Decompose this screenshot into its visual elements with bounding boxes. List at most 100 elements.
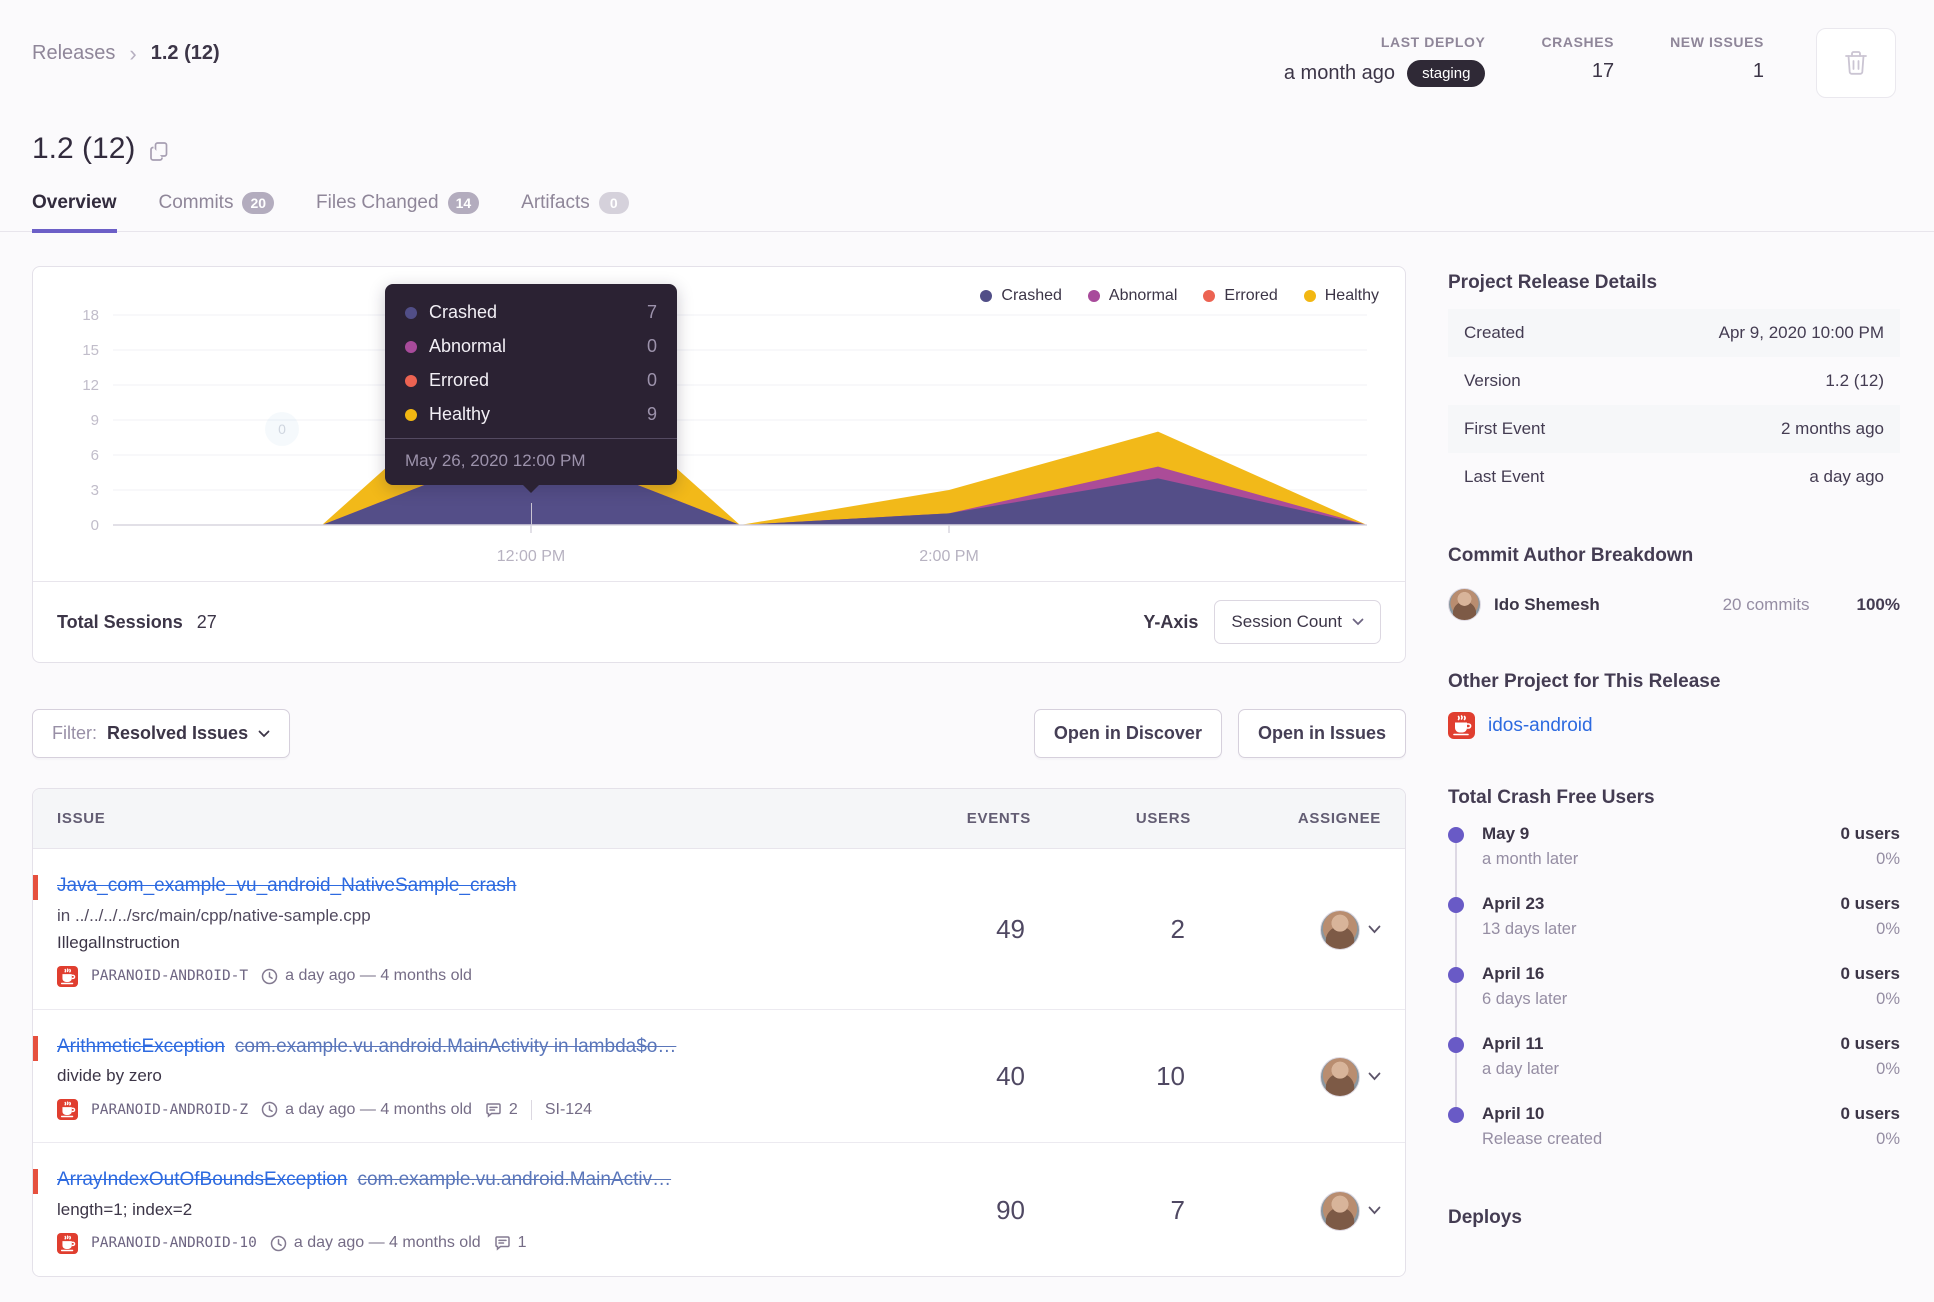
tab[interactable]: Artifacts 0 (521, 192, 629, 233)
svg-text:2:00 PM: 2:00 PM (919, 548, 979, 565)
trash-icon (1843, 49, 1869, 77)
filter-label: Filter: (52, 723, 97, 743)
assignee-dropdown[interactable] (1191, 1190, 1381, 1231)
filter-value: Resolved Issues (107, 723, 249, 743)
staging-badge: staging (1407, 60, 1486, 87)
tab[interactable]: Commits 20 (159, 192, 275, 233)
comment-icon (494, 1235, 511, 1252)
authors-heading: Commit Author Breakdown (1448, 545, 1694, 566)
crash-free-section: Total Crash Free Users May 9 a month lat… (1448, 787, 1900, 1149)
legend-dot (980, 290, 993, 302)
issue-row[interactable]: ArithmeticException com.example.vu.androi… (33, 1008, 1405, 1143)
detail-label: Version (1464, 371, 1521, 390)
chart-area: 0 3 6 9 12 15 18 0 12:00 PM 2:00 PM Crashed 7 Abn… (33, 267, 1405, 579)
breadcrumb-current: 1.2 (12) (150, 42, 220, 64)
crash-free-timeline: May 9 a month later 0 users 0% April 23 … (1448, 824, 1900, 1149)
assignee-dropdown[interactable] (1191, 1056, 1381, 1097)
delete-release-button[interactable] (1816, 28, 1896, 98)
author-percent: 100% (1856, 594, 1900, 614)
detail-value: Apr 9, 2020 10:00 PM (1718, 323, 1884, 342)
crash-free-item: April 11 a day later 0 users 0% (1448, 1034, 1900, 1079)
release-detail-row: First Event 2 months ago (1448, 405, 1900, 453)
tooltip-divider (385, 438, 677, 439)
chevron-down-icon (1352, 618, 1364, 626)
details-heading: Project Release Details (1448, 272, 1658, 293)
yaxis-select[interactable]: Session Count (1214, 600, 1381, 644)
author-name: Ido Shemesh (1494, 594, 1600, 614)
issue-culprit: com.example.vu.android.MainActiv… (357, 1169, 672, 1191)
breadcrumb-releases-link[interactable]: Releases (32, 42, 115, 65)
detail-value: 2 months ago (1780, 419, 1884, 438)
legend-dot (1087, 290, 1100, 302)
issue-title-link[interactable]: ArithmeticException (57, 1036, 225, 1057)
project-release-details-section: Project Release Details Created Apr 9, 2… (1448, 272, 1900, 501)
issue-message: length=1; index=2 (57, 1199, 193, 1219)
svg-text:12: 12 (82, 377, 99, 394)
chevron-down-icon (1368, 1072, 1381, 1081)
filter-dropdown[interactable]: Filter: Resolved Issues (32, 709, 291, 758)
issue-culprit: com.example.vu.android.MainActivity in l… (234, 1035, 677, 1057)
open-in-issues-button[interactable]: Open in Issues (1237, 709, 1406, 758)
project-slug: PARANOID-ANDROID-10 (91, 1235, 257, 1252)
chart-footer: Total Sessions 27 Y-Axis Session Count (33, 581, 1405, 662)
tab-count-badge: 20 (242, 192, 275, 214)
issue-title-link[interactable]: Java_com_example_vu_android_NativeSample… (57, 875, 516, 896)
svg-text:0: 0 (278, 421, 286, 437)
crash-free-item: April 16 6 days later 0 users 0% (1448, 964, 1900, 1009)
deploys-heading: Deploys (1448, 1207, 1522, 1228)
issue-title-link[interactable]: ArrayIndexOutOfBoundsException (57, 1169, 347, 1190)
svg-text:9: 9 (91, 412, 99, 429)
users-count: 2 (1170, 914, 1185, 945)
copy-version-button[interactable] (149, 141, 170, 162)
other-project-link[interactable]: idos-android (1488, 715, 1593, 737)
tab-count-badge: 14 (447, 192, 480, 214)
tab[interactable]: Overview (32, 192, 117, 233)
open-in-discover-button[interactable]: Open in Discover (1033, 709, 1222, 758)
release-detail-row: Last Event a day ago (1448, 453, 1900, 501)
chevron-down-icon (1368, 925, 1381, 934)
page-title: 1.2 (12) (32, 132, 136, 165)
main-column: Crashed Abnormal Errored Healthy 0 3 6 9 12 1… (32, 266, 1406, 1277)
detail-label: First Event (1464, 419, 1546, 438)
tabs-strip: Overview Commits 20 Files Changed 14 Art… (0, 192, 1934, 233)
detail-value: 1.2 (12) (1825, 371, 1884, 390)
issue-location: in ../../../../src/main/cpp/native-sampl… (57, 905, 371, 925)
issue-row[interactable]: Java_com_example_vu_android_NativeSample… (33, 849, 1405, 1009)
tab[interactable]: Files Changed 14 (316, 192, 480, 233)
tabs: Overview Commits 20 Files Changed 14 Art… (32, 192, 1902, 233)
svg-text:0: 0 (91, 517, 99, 534)
svg-text:3: 3 (91, 482, 99, 499)
title-row: 1.2 (12) (0, 98, 1934, 166)
legend-item[interactable]: Healthy (1303, 287, 1379, 305)
assignee-avatar (1320, 1056, 1360, 1097)
stat-crashes: CRASHES 17 (1541, 28, 1614, 83)
legend-item[interactable]: Errored (1203, 287, 1278, 305)
tooltip-row: Errored 0 (405, 370, 657, 391)
page-header: Releases › 1.2 (12) LAST DEPLOY a month … (0, 0, 1934, 98)
legend-item[interactable]: Crashed (980, 287, 1062, 305)
sessions-area-chart[interactable]: 0 3 6 9 12 15 18 0 12:00 PM 2:00 PM (57, 279, 1377, 579)
col-events: EVENTS (966, 810, 1031, 827)
clock-icon (261, 1101, 278, 1118)
comment-count: 1 (494, 1234, 527, 1252)
java-platform-icon (1448, 712, 1475, 739)
unresolved-level-bar (33, 1035, 38, 1061)
assignee-dropdown[interactable] (1191, 909, 1381, 950)
unresolved-level-bar (33, 875, 38, 900)
comment-icon (485, 1102, 502, 1118)
issue-row[interactable]: ArrayIndexOutOfBoundsException com.exampl… (33, 1142, 1405, 1276)
yaxis-label: Y-Axis (1143, 611, 1199, 632)
events-count: 49 (996, 914, 1025, 945)
issue-message: IllegalInstruction (57, 932, 180, 952)
timeline-dot (1448, 967, 1464, 983)
timeline-dot (1448, 897, 1464, 913)
last-deploy-value: a month ago (1283, 62, 1396, 84)
assignee-avatar (1320, 909, 1360, 950)
legend-dot (1303, 290, 1316, 302)
release-page: Releases › 1.2 (12) LAST DEPLOY a month … (0, 0, 1934, 1302)
tooltip-series-dot (405, 374, 417, 387)
new-issues-value: 1 (1752, 60, 1764, 82)
legend-item[interactable]: Abnormal (1087, 287, 1177, 305)
crashes-label: CRASHES (1541, 34, 1615, 50)
chart-legend: Crashed Abnormal Errored Healthy (980, 287, 1379, 305)
